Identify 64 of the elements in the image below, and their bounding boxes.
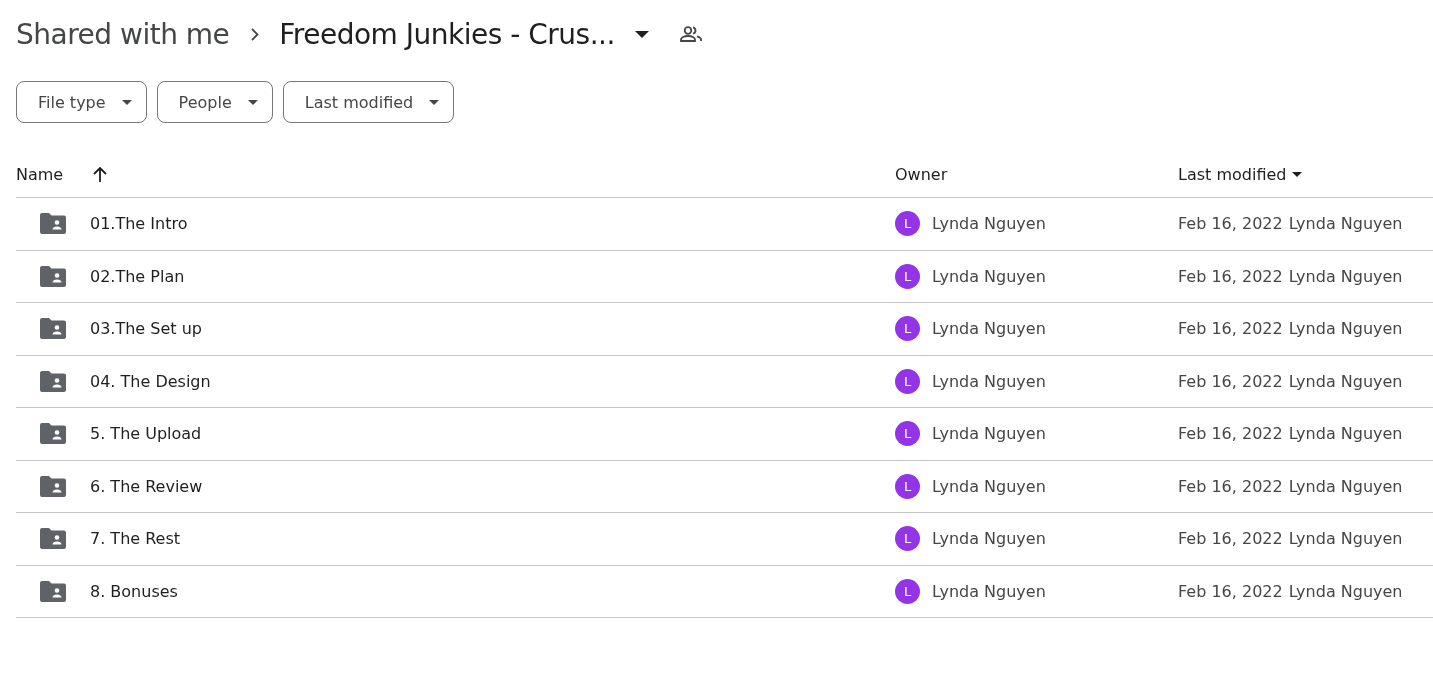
owner-name: Lynda Nguyen [932,214,1046,234]
owner-avatar: L [895,368,920,394]
folder-name[interactable]: 04. The Design [90,371,211,391]
modified-date: Feb 16, 2022 [1178,319,1283,339]
modified-date: Feb 16, 2022 [1178,371,1283,391]
caret-icon [247,99,258,105]
chevron-right-icon [251,27,260,41]
folder-title[interactable]: Freedom Junkies - Crus... [279,17,615,51]
owner-name: Lynda Nguyen [932,371,1046,391]
shared-folder-icon [40,265,66,287]
owner-avatar: L [895,473,920,499]
modified-by: Lynda Nguyen [1288,214,1403,234]
modified-date: Feb 16, 2022 [1178,424,1283,444]
modified-by: Lynda Nguyen [1288,319,1403,339]
modified-by: Lynda Nguyen [1288,581,1403,601]
shared-folder-icon [40,318,66,340]
column-header[interactable]: Name [16,164,64,184]
owner-avatar: L [895,421,920,447]
owner-name: Lynda Nguyen [932,476,1046,496]
filter-chip[interactable]: File type [16,81,147,123]
modified-by: Lynda Nguyen [1288,529,1403,549]
filter-chip[interactable]: People [156,81,273,123]
sort-arrow-up-icon[interactable] [93,166,108,182]
owner-name: Lynda Nguyen [932,266,1046,286]
modified-by: Lynda Nguyen [1288,266,1403,286]
shared-folder-icon [40,370,66,392]
shared-folder-icon [40,423,66,445]
owner-avatar: L [895,263,920,289]
modified-date: Feb 16, 2022 [1178,529,1283,549]
owner-avatar: L [895,526,920,552]
folder-name[interactable]: 03.The Set up [90,319,202,339]
modified-date: Feb 16, 2022 [1178,476,1283,496]
people-icon[interactable] [679,26,702,42]
modified-date: Feb 16, 2022 [1178,266,1283,286]
owner-avatar: L [895,316,920,342]
shared-folder-icon [40,475,66,497]
column-header[interactable]: Last modified [1178,164,1303,184]
modified-by: Lynda Nguyen [1288,424,1403,444]
owner-avatar: L [895,211,920,237]
modified-by: Lynda Nguyen [1288,476,1403,496]
column-header: Owner [895,164,948,184]
owner-name: Lynda Nguyen [932,581,1046,601]
folder-name[interactable]: 7. The Rest [90,529,181,549]
modified-date: Feb 16, 2022 [1178,214,1283,234]
dropdown-caret-icon[interactable] [634,30,649,38]
caret-icon [121,99,132,105]
folder-name[interactable]: 5. The Upload [90,424,202,444]
shared-folder-icon [40,528,66,550]
owner-avatar: L [895,578,920,604]
owner-name: Lynda Nguyen [932,424,1046,444]
caret-icon [429,99,440,105]
owner-name: Lynda Nguyen [932,529,1046,549]
folder-name[interactable]: 8. Bonuses [90,581,178,601]
breadcrumb-link[interactable]: Shared with me [16,17,230,51]
folder-name[interactable]: 6. The Review [90,476,203,496]
caret-icon [1292,171,1303,177]
modified-by: Lynda Nguyen [1288,371,1403,391]
filter-chip[interactable]: Last modified [282,81,455,123]
folder-name[interactable]: 02.The Plan [90,266,185,286]
folder-name[interactable]: 01.The Intro [90,214,188,234]
shared-folder-icon [40,580,66,602]
shared-folder-icon [40,213,66,235]
modified-date: Feb 16, 2022 [1178,581,1283,601]
owner-name: Lynda Nguyen [932,319,1046,339]
